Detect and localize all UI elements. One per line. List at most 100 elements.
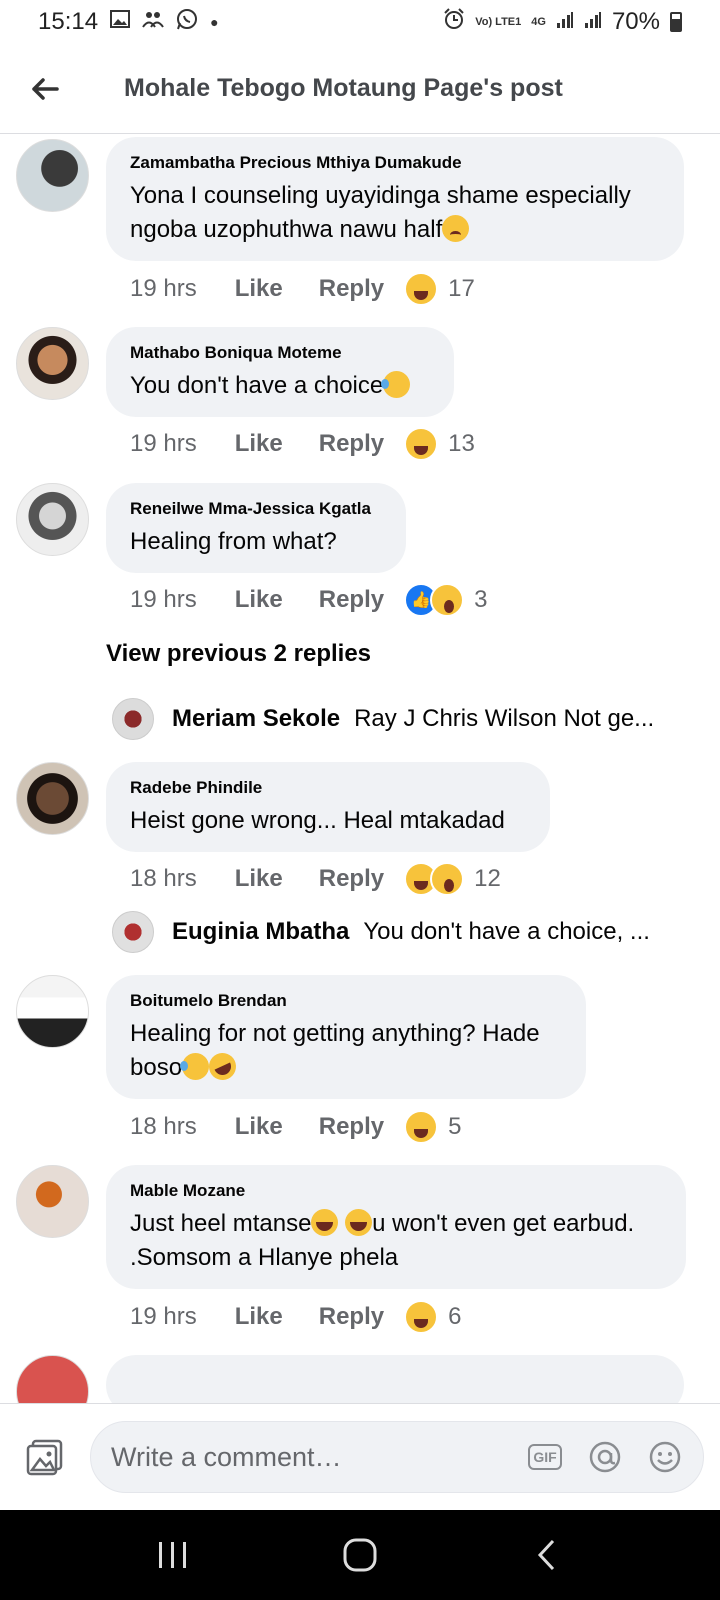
comment-timestamp[interactable]: 19 hrs bbox=[130, 275, 197, 303]
wow-reaction-icon bbox=[430, 583, 465, 617]
comment-text-body: Just heel mtanse bbox=[130, 1210, 312, 1237]
reactions-summary[interactable]: 12 bbox=[404, 862, 501, 896]
avatar[interactable] bbox=[16, 327, 89, 400]
avatar[interactable] bbox=[16, 483, 89, 556]
avatar[interactable] bbox=[16, 1165, 89, 1238]
signal-icon-2 bbox=[584, 8, 602, 36]
volte-label: Vo) LTE1 bbox=[475, 15, 522, 28]
android-nav-bar bbox=[0, 1510, 720, 1600]
comment-bubble[interactable]: Mathabo Boniqua Moteme You don't have a … bbox=[106, 327, 454, 417]
comment-author[interactable]: Zamambatha Precious Mthiya Dumakude bbox=[130, 153, 660, 173]
grinning-emoji-icon bbox=[345, 1209, 373, 1236]
status-bar: 15:14 ● Vo) LTE1 4G 70% bbox=[0, 0, 720, 44]
like-button[interactable]: Like bbox=[235, 865, 283, 893]
reply-button[interactable]: Reply bbox=[319, 586, 384, 614]
comment-input[interactable] bbox=[111, 1441, 503, 1473]
alarm-icon bbox=[443, 8, 465, 36]
people-icon bbox=[142, 10, 164, 34]
comment-author[interactable]: Mable Mozane bbox=[130, 1181, 662, 1201]
reactions-summary[interactable]: 17 bbox=[404, 272, 475, 306]
reply-button[interactable]: Reply bbox=[319, 1303, 384, 1331]
reactions-summary[interactable]: 👍 3 bbox=[404, 583, 487, 617]
reply-preview[interactable]: Meriam Sekole Ray J Chris Wilson Not ge.… bbox=[112, 698, 702, 740]
chevron-left-icon bbox=[537, 1539, 554, 1571]
battery-percent: 70% bbox=[611, 8, 660, 35]
comment-text: Just heel mtanse u won't even get earbud… bbox=[130, 1207, 662, 1275]
comment-timestamp[interactable]: 19 hrs bbox=[130, 586, 197, 614]
reaction-count: 12 bbox=[474, 865, 501, 892]
comment-bubble[interactable]: Boitumelo Brendan Healing for not gettin… bbox=[106, 975, 586, 1099]
sad-face-emoji-icon bbox=[442, 215, 470, 242]
signal-icon-1 bbox=[556, 8, 574, 36]
comment-author[interactable]: Reneilwe Mma-Jessica Kgatla bbox=[130, 499, 382, 519]
system-back-button[interactable] bbox=[517, 1525, 577, 1585]
whatsapp-icon bbox=[176, 8, 198, 36]
like-button[interactable]: Like bbox=[235, 430, 283, 458]
reactions-summary[interactable]: 13 bbox=[404, 427, 475, 461]
comment-author[interactable]: Radebe Phindile bbox=[130, 778, 526, 798]
reaction-count: 13 bbox=[448, 430, 475, 457]
comment-text: Healing for not getting anything? Hade b… bbox=[130, 1017, 562, 1085]
avatar[interactable] bbox=[16, 1355, 89, 1403]
reply-button[interactable]: Reply bbox=[319, 430, 384, 458]
reply-button[interactable]: Reply bbox=[319, 865, 384, 893]
comment-text-body: Yona I counseling uyayidinga shame espec… bbox=[130, 182, 631, 243]
battery-icon bbox=[670, 12, 682, 32]
comment-actions: 18 hrs Like Reply 5 bbox=[130, 1110, 461, 1144]
comment-author[interactable]: Boitumelo Brendan bbox=[130, 991, 562, 1011]
reply-button[interactable]: Reply bbox=[319, 1113, 384, 1141]
reply-button[interactable]: Reply bbox=[319, 275, 384, 303]
photo-icon bbox=[26, 1439, 63, 1476]
gif-button[interactable]: GIF bbox=[527, 1439, 563, 1475]
haha-reaction-icon bbox=[404, 427, 439, 461]
reactions-summary[interactable]: 5 bbox=[404, 1110, 461, 1144]
mention-button[interactable] bbox=[587, 1439, 623, 1475]
comment-input-wrapper[interactable]: GIF bbox=[90, 1421, 704, 1493]
like-button[interactable]: Like bbox=[235, 275, 283, 303]
comment-actions: 19 hrs Like Reply 👍 3 bbox=[130, 583, 487, 617]
reply-author: Euginia Mbatha bbox=[172, 918, 350, 945]
grinning-emoji-icon bbox=[311, 1209, 339, 1236]
reactions-summary[interactable]: 6 bbox=[404, 1300, 461, 1334]
comment-timestamp[interactable]: 18 hrs bbox=[130, 865, 197, 893]
view-previous-replies-link[interactable]: View previous 2 replies bbox=[106, 640, 371, 668]
status-right: Vo) LTE1 4G 70% bbox=[443, 8, 682, 36]
comment-author[interactable]: Mathabo Boniqua Moteme bbox=[130, 343, 430, 363]
comment-bubble[interactable] bbox=[106, 1355, 684, 1403]
attach-photo-button[interactable] bbox=[0, 1412, 90, 1502]
reaction-count: 17 bbox=[448, 275, 475, 302]
avatar[interactable] bbox=[16, 975, 89, 1048]
wow-reaction-icon bbox=[430, 862, 465, 896]
comment-timestamp[interactable]: 18 hrs bbox=[130, 1113, 197, 1141]
comment-bubble[interactable]: Zamambatha Precious Mthiya Dumakude Yona… bbox=[106, 137, 684, 261]
reply-avatar bbox=[112, 911, 154, 953]
recent-apps-button[interactable] bbox=[143, 1525, 203, 1585]
like-button[interactable]: Like bbox=[235, 1303, 283, 1331]
comment-timestamp[interactable]: 19 hrs bbox=[130, 430, 197, 458]
back-button[interactable] bbox=[0, 44, 90, 134]
emoji-button[interactable] bbox=[647, 1439, 683, 1475]
home-button[interactable] bbox=[330, 1525, 390, 1585]
reply-preview[interactable]: Euginia Mbatha You don't have a choice, … bbox=[112, 911, 702, 953]
like-button[interactable]: Like bbox=[235, 1113, 283, 1141]
reaction-count: 3 bbox=[474, 586, 488, 613]
comment-timestamp[interactable]: 19 hrs bbox=[130, 1303, 197, 1331]
status-time: 15:14 bbox=[38, 8, 99, 35]
avatar[interactable] bbox=[16, 762, 89, 835]
network-type-label: 4G bbox=[531, 15, 546, 28]
laughing-tears-emoji-icon bbox=[381, 371, 411, 398]
comments-feed[interactable]: Zamambatha Precious Mthiya Dumakude Yona… bbox=[0, 135, 720, 1403]
avatar[interactable] bbox=[16, 139, 89, 212]
comment-actions: 19 hrs Like Reply 13 bbox=[130, 427, 475, 461]
post-header: Mohale Tebogo Motaung Page's post bbox=[0, 44, 720, 134]
home-icon bbox=[343, 1538, 377, 1572]
haha-reaction-icon bbox=[404, 1300, 439, 1334]
comment-text: Healing from what? bbox=[130, 528, 337, 555]
comment-bubble[interactable]: Radebe Phindile Heist gone wrong... Heal… bbox=[106, 762, 550, 852]
reaction-count: 6 bbox=[448, 1303, 462, 1330]
rolling-laughing-emoji-icon bbox=[204, 1048, 241, 1085]
comment-bubble[interactable]: Reneilwe Mma-Jessica Kgatla Healing from… bbox=[106, 483, 406, 573]
comment-bubble[interactable]: Mable Mozane Just heel mtanse u won't ev… bbox=[106, 1165, 686, 1289]
like-button[interactable]: Like bbox=[235, 586, 283, 614]
gallery-icon bbox=[110, 10, 131, 34]
